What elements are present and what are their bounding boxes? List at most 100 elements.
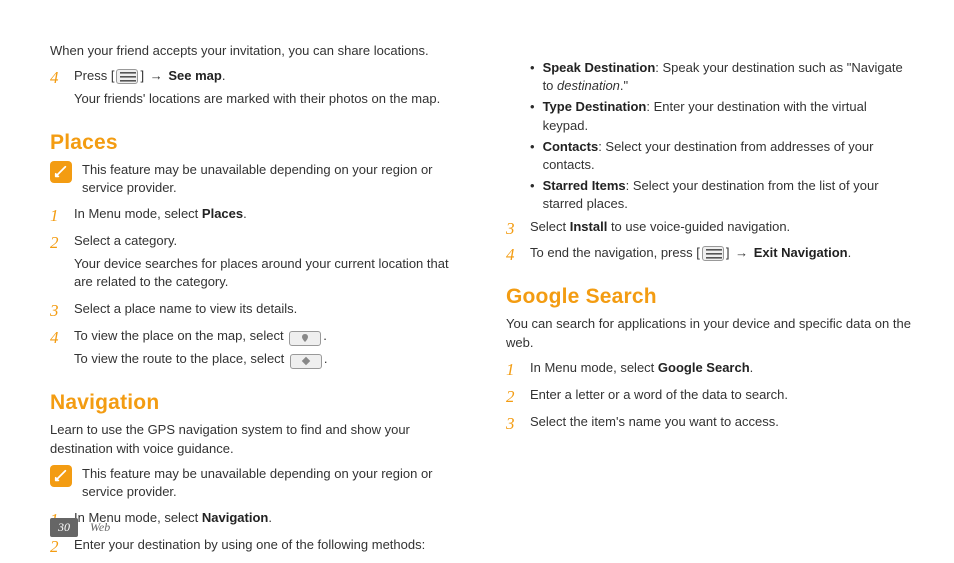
step-number: 1: [506, 359, 520, 380]
sub-text: Your friends' locations are marked with …: [74, 90, 458, 109]
step-number: 3: [506, 413, 520, 434]
menu-icon: [116, 69, 138, 84]
text: ]: [140, 68, 144, 83]
nav-step-2: 2 Enter your destination by using one of…: [50, 536, 458, 559]
bold: Speak Destination: [543, 60, 656, 75]
bullet-dot: •: [530, 98, 535, 116]
note-icon: [50, 465, 72, 487]
prev-step-4: 4 Press [] → See map. Your friends' loca…: [50, 67, 458, 113]
bold: See map: [168, 68, 221, 83]
nav-intro: Learn to use the GPS navigation system t…: [50, 421, 458, 459]
text: Enter your destination by using one of t…: [74, 536, 458, 555]
step-body: In Menu mode, select Google Search.: [530, 359, 914, 382]
arrow: →: [731, 245, 751, 260]
sub-text: Your device searches for places around y…: [74, 255, 458, 293]
bold: Contacts: [543, 139, 599, 154]
text: .": [620, 78, 628, 93]
text: .: [222, 68, 226, 83]
text: To view the place on the map, select: [74, 328, 287, 343]
navigation-heading: Navigation: [50, 391, 458, 415]
bullet-dot: •: [530, 138, 535, 156]
text: .: [323, 328, 327, 343]
gs-step-1: 1 In Menu mode, select Google Search.: [506, 359, 914, 382]
step-body: Select Install to use voice-guided navig…: [530, 218, 914, 241]
places-step-3: 3 Select a place name to view its detail…: [50, 300, 458, 323]
menu-icon: [702, 246, 724, 261]
italic: destination: [557, 78, 620, 93]
step-number: 3: [50, 300, 64, 321]
text: In Menu mode, select: [530, 360, 658, 375]
step-body: Select a category. Your device searches …: [74, 232, 458, 297]
step-number: 3: [506, 218, 520, 239]
footer-section: Web: [90, 520, 110, 535]
text: Enter a letter or a word of the data to …: [530, 386, 914, 405]
bold: Install: [570, 219, 608, 234]
bold: Navigation: [202, 510, 268, 525]
text: In Menu mode, select: [74, 206, 202, 221]
text: Select a category.: [74, 232, 458, 251]
bullet-dot: •: [530, 59, 535, 77]
footer: 30 Web: [50, 518, 110, 537]
gs-step-3: 3 Select the item's name you want to acc…: [506, 413, 914, 436]
places-note: This feature may be unavailable dependin…: [50, 161, 458, 197]
text: to use voice-guided navigation.: [607, 219, 790, 234]
step-number: 4: [50, 67, 64, 88]
step-number: 4: [50, 327, 64, 348]
directions-icon: [290, 354, 322, 369]
text: Select: [530, 219, 570, 234]
text: .: [750, 360, 754, 375]
step-number: 1: [50, 205, 64, 226]
step-body: Select the item's name you want to acces…: [530, 413, 914, 436]
step-number: 2: [50, 232, 64, 253]
places-step-1: 1 In Menu mode, select Places.: [50, 205, 458, 228]
bullet-type: • Type Destination: Enter your destinati…: [530, 98, 914, 134]
bold: Exit Navigation: [754, 245, 848, 260]
nav-step-3: 3 Select Install to use voice-guided nav…: [506, 218, 914, 241]
google-search-heading: Google Search: [506, 285, 914, 309]
note-icon: [50, 161, 72, 183]
left-column: When your friend accepts your invitation…: [50, 40, 458, 563]
places-step-2: 2 Select a category. Your device searche…: [50, 232, 458, 297]
step-body: Enter a letter or a word of the data to …: [530, 386, 914, 409]
bold: Starred Items: [543, 178, 626, 193]
nav-step-4: 4 To end the navigation, press [] → Exit…: [506, 244, 914, 267]
right-column: • Speak Destination: Speak your destinat…: [506, 40, 914, 563]
gs-step-2: 2 Enter a letter or a word of the data t…: [506, 386, 914, 409]
step-number: 4: [506, 244, 520, 265]
text: .: [324, 351, 328, 366]
bold: Places: [202, 206, 243, 221]
text: ]: [726, 245, 730, 260]
places-step-4: 4 To view the place on the map, select .…: [50, 327, 458, 373]
step-body: Select a place name to view its details.: [74, 300, 458, 323]
step-body: In Menu mode, select Navigation.: [74, 509, 458, 532]
step-body: Enter your destination by using one of t…: [74, 536, 458, 559]
page: When your friend accepts your invitation…: [0, 0, 954, 563]
text: Select the item's name you want to acces…: [530, 413, 914, 432]
bullet-dot: •: [530, 177, 535, 195]
step-number: 2: [506, 386, 520, 407]
text: Select a place name to view its details.: [74, 300, 458, 319]
step-body: Press [] → See map. Your friends' locati…: [74, 67, 458, 113]
nav-step-1: 1 In Menu mode, select Navigation.: [50, 509, 458, 532]
bold: Google Search: [658, 360, 750, 375]
note-text: This feature may be unavailable dependin…: [82, 465, 458, 501]
bold: Type Destination: [543, 99, 647, 114]
text: Press [: [74, 68, 114, 83]
text: .: [268, 510, 272, 525]
gs-intro: You can search for applications in your …: [506, 315, 914, 353]
places-heading: Places: [50, 131, 458, 155]
nav-note: This feature may be unavailable dependin…: [50, 465, 458, 501]
step-body: To end the navigation, press [] → Exit N…: [530, 244, 914, 267]
text: .: [848, 245, 852, 260]
bullet-contacts: • Contacts: Select your destination from…: [530, 138, 914, 174]
friend-invite-text: When your friend accepts your invitation…: [50, 42, 458, 61]
arrow: →: [146, 68, 166, 83]
bullet-starred: • Starred Items: Select your destination…: [530, 177, 914, 213]
text: To view the route to the place, select: [74, 351, 288, 366]
note-text: This feature may be unavailable dependin…: [82, 161, 458, 197]
page-number: 30: [50, 518, 78, 537]
map-pin-icon: [289, 331, 321, 346]
step-body: In Menu mode, select Places.: [74, 205, 458, 228]
step-body: To view the place on the map, select . T…: [74, 327, 458, 373]
text: .: [243, 206, 247, 221]
